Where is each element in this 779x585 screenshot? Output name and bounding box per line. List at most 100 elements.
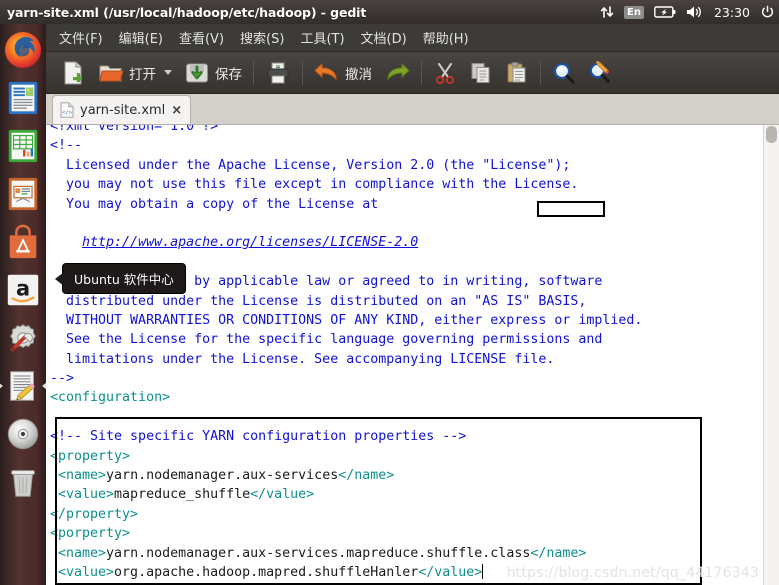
- code-line: You may obtain a copy of the License at: [50, 195, 764, 214]
- editor-area[interactable]: <?xml version="1.0"?> <!-- Licensed under…: [46, 125, 779, 585]
- menu-file[interactable]: 文件(F): [52, 25, 110, 50]
- launcher-item-disk[interactable]: [2, 413, 44, 455]
- menu-documents[interactable]: 文档(D): [354, 25, 414, 50]
- chevron-down-icon[interactable]: [164, 70, 172, 75]
- clock[interactable]: 23:30: [714, 5, 750, 20]
- copy-button[interactable]: [463, 54, 499, 92]
- code-line: <name>yarn.nodemanager.aux-services</nam…: [50, 466, 764, 485]
- redo-arrow-icon: [387, 62, 410, 80]
- replace-button[interactable]: [582, 54, 618, 92]
- xml-tag: <value>: [50, 487, 115, 503]
- launcher-item-libreoffice-impress[interactable]: [2, 173, 44, 215]
- menu-view[interactable]: 查看(V): [172, 25, 231, 50]
- find-replace-icon: [589, 60, 610, 83]
- xml-tag: <name>: [50, 545, 107, 561]
- launcher-item-libreoffice-calc[interactable]: [2, 125, 44, 167]
- xml-tag: <name>: [50, 468, 107, 484]
- code-line: <value>org.apache.hadoop.mapred.shuffleH…: [50, 563, 764, 582]
- scrollbar-thumb[interactable]: [766, 126, 777, 143]
- code-line: See the License for the specific languag…: [50, 330, 764, 349]
- vertical-scrollbar[interactable]: [763, 125, 779, 585]
- document-writer-icon: [8, 81, 38, 115]
- xml-tag: <property>: [50, 448, 131, 464]
- redo-button[interactable]: [378, 54, 416, 92]
- code-line: Licensed under the Apache License, Versi…: [50, 156, 764, 175]
- copy-icon: [471, 62, 490, 83]
- code-comment: distributed under the License is distrib…: [50, 293, 587, 309]
- launcher-item-trash[interactable]: [2, 461, 44, 503]
- code-line: <?xml version="1.0"?>: [50, 125, 764, 136]
- code-comment: <!-- Site specific YARN configuration pr…: [50, 429, 467, 445]
- xml-text: org.apache.hadoop.mapred.shuffleHanler: [114, 564, 419, 580]
- license-url-link[interactable]: http://www.apache.org/licenses/LICENSE-2…: [82, 235, 418, 250]
- code-comment: Licensed under the Apache License, Versi…: [50, 157, 571, 173]
- undo-button[interactable]: 撤消: [308, 54, 378, 92]
- screen: yarn-site.xml (/usr/local/hadoop/etc/had…: [0, 0, 779, 585]
- open-folder-icon: [99, 65, 124, 81]
- save-button-label: 保存: [215, 66, 242, 83]
- menu-edit[interactable]: 编辑(E): [112, 25, 170, 50]
- volume-icon[interactable]: [686, 0, 704, 24]
- launcher-item-amazon[interactable]: a: [2, 269, 44, 311]
- xml-text: yarn.nodemanager.aux-services.mapreduce.…: [106, 545, 531, 561]
- menu-bar: 文件(F) 编辑(E) 查看(V) 搜索(S) 工具(T) 文档(D) 帮助(H…: [46, 24, 779, 52]
- svg-text:a: a: [16, 277, 30, 301]
- keyboard-layout-indicator[interactable]: En: [624, 5, 644, 19]
- code-comment: WITHOUT WARRANTIES OR CONDITIONS OF ANY …: [50, 312, 643, 328]
- xml-text: yarn.nodemanager.aux-services: [106, 468, 339, 484]
- scissors-icon: [435, 62, 455, 84]
- save-button[interactable]: 保存: [178, 54, 248, 92]
- undo-button-label: 撤消: [345, 66, 372, 83]
- top-panel: yarn-site.xml (/usr/local/hadoop/etc/had…: [0, 0, 779, 24]
- battery-charging-icon[interactable]: [654, 0, 676, 24]
- launcher-item-system-settings[interactable]: [2, 317, 44, 359]
- cut-button[interactable]: [427, 54, 463, 92]
- trash-icon: [11, 470, 35, 497]
- code-line: </property>: [50, 505, 764, 524]
- tool-bar: 打开 保存 撤消: [46, 52, 779, 94]
- launcher-item-firefox[interactable]: [2, 29, 44, 71]
- launcher-item-libreoffice-writer[interactable]: [2, 77, 44, 119]
- tab-yarn-site-xml[interactable]: </> yarn-site.xml ×: [52, 95, 192, 124]
- xml-tag: <configuration>: [50, 390, 171, 406]
- launcher-item-ubuntu-software-center[interactable]: [2, 221, 44, 263]
- close-icon[interactable]: ×: [171, 103, 182, 118]
- paste-button[interactable]: [499, 54, 535, 92]
- toolbar-separator-4: [540, 60, 541, 85]
- code-comment: See the License for the specific languag…: [50, 332, 603, 348]
- menu-help[interactable]: 帮助(H): [416, 25, 476, 50]
- code-line: <name>yarn.nodemanager.aux-services.mapr…: [50, 544, 764, 563]
- source-code-text[interactable]: <?xml version="1.0"?> <!-- Licensed under…: [46, 125, 764, 585]
- launcher-item-gedit[interactable]: [2, 365, 44, 407]
- code-line: <porperty>: [50, 524, 764, 543]
- toolbar-separator-1: [253, 60, 254, 85]
- xml-tag: </property>: [50, 506, 139, 522]
- code-comment: <?xml version="1.0"?>: [50, 125, 219, 134]
- print-button[interactable]: [259, 54, 297, 92]
- system-tray: En 23:30: [600, 0, 779, 24]
- xml-tag: <value>: [50, 564, 115, 580]
- menu-tools[interactable]: 工具(T): [293, 25, 351, 50]
- code-line: http://www.apache.org/licenses/LICENSE-2…: [50, 233, 764, 252]
- network-updown-icon[interactable]: [600, 0, 614, 24]
- unity-launcher: a: [0, 24, 46, 585]
- tab-label: yarn-site.xml: [80, 102, 166, 118]
- window-title: yarn-site.xml (/usr/local/hadoop/etc/had…: [7, 4, 367, 20]
- xml-tag: <porperty>: [50, 526, 131, 542]
- save-disk-icon: [186, 63, 208, 82]
- menu-search[interactable]: 搜索(S): [233, 25, 291, 50]
- tab-strip: </> yarn-site.xml ×: [46, 94, 779, 125]
- firefox-icon: [4, 31, 42, 69]
- code-line: <!--: [50, 136, 764, 155]
- power-gear-icon[interactable]: [760, 0, 775, 24]
- presentation-impress-icon: [8, 177, 38, 211]
- code-line: -->: [50, 369, 764, 388]
- toolbar-separator-3: [421, 60, 422, 85]
- new-document-button[interactable]: [54, 54, 92, 92]
- open-button[interactable]: 打开: [92, 54, 178, 92]
- code-line: WITHOUT WARRANTIES OR CONDITIONS OF ANY …: [50, 311, 764, 330]
- find-button[interactable]: [546, 54, 582, 92]
- code-line: limitations under the License. See accom…: [50, 350, 764, 369]
